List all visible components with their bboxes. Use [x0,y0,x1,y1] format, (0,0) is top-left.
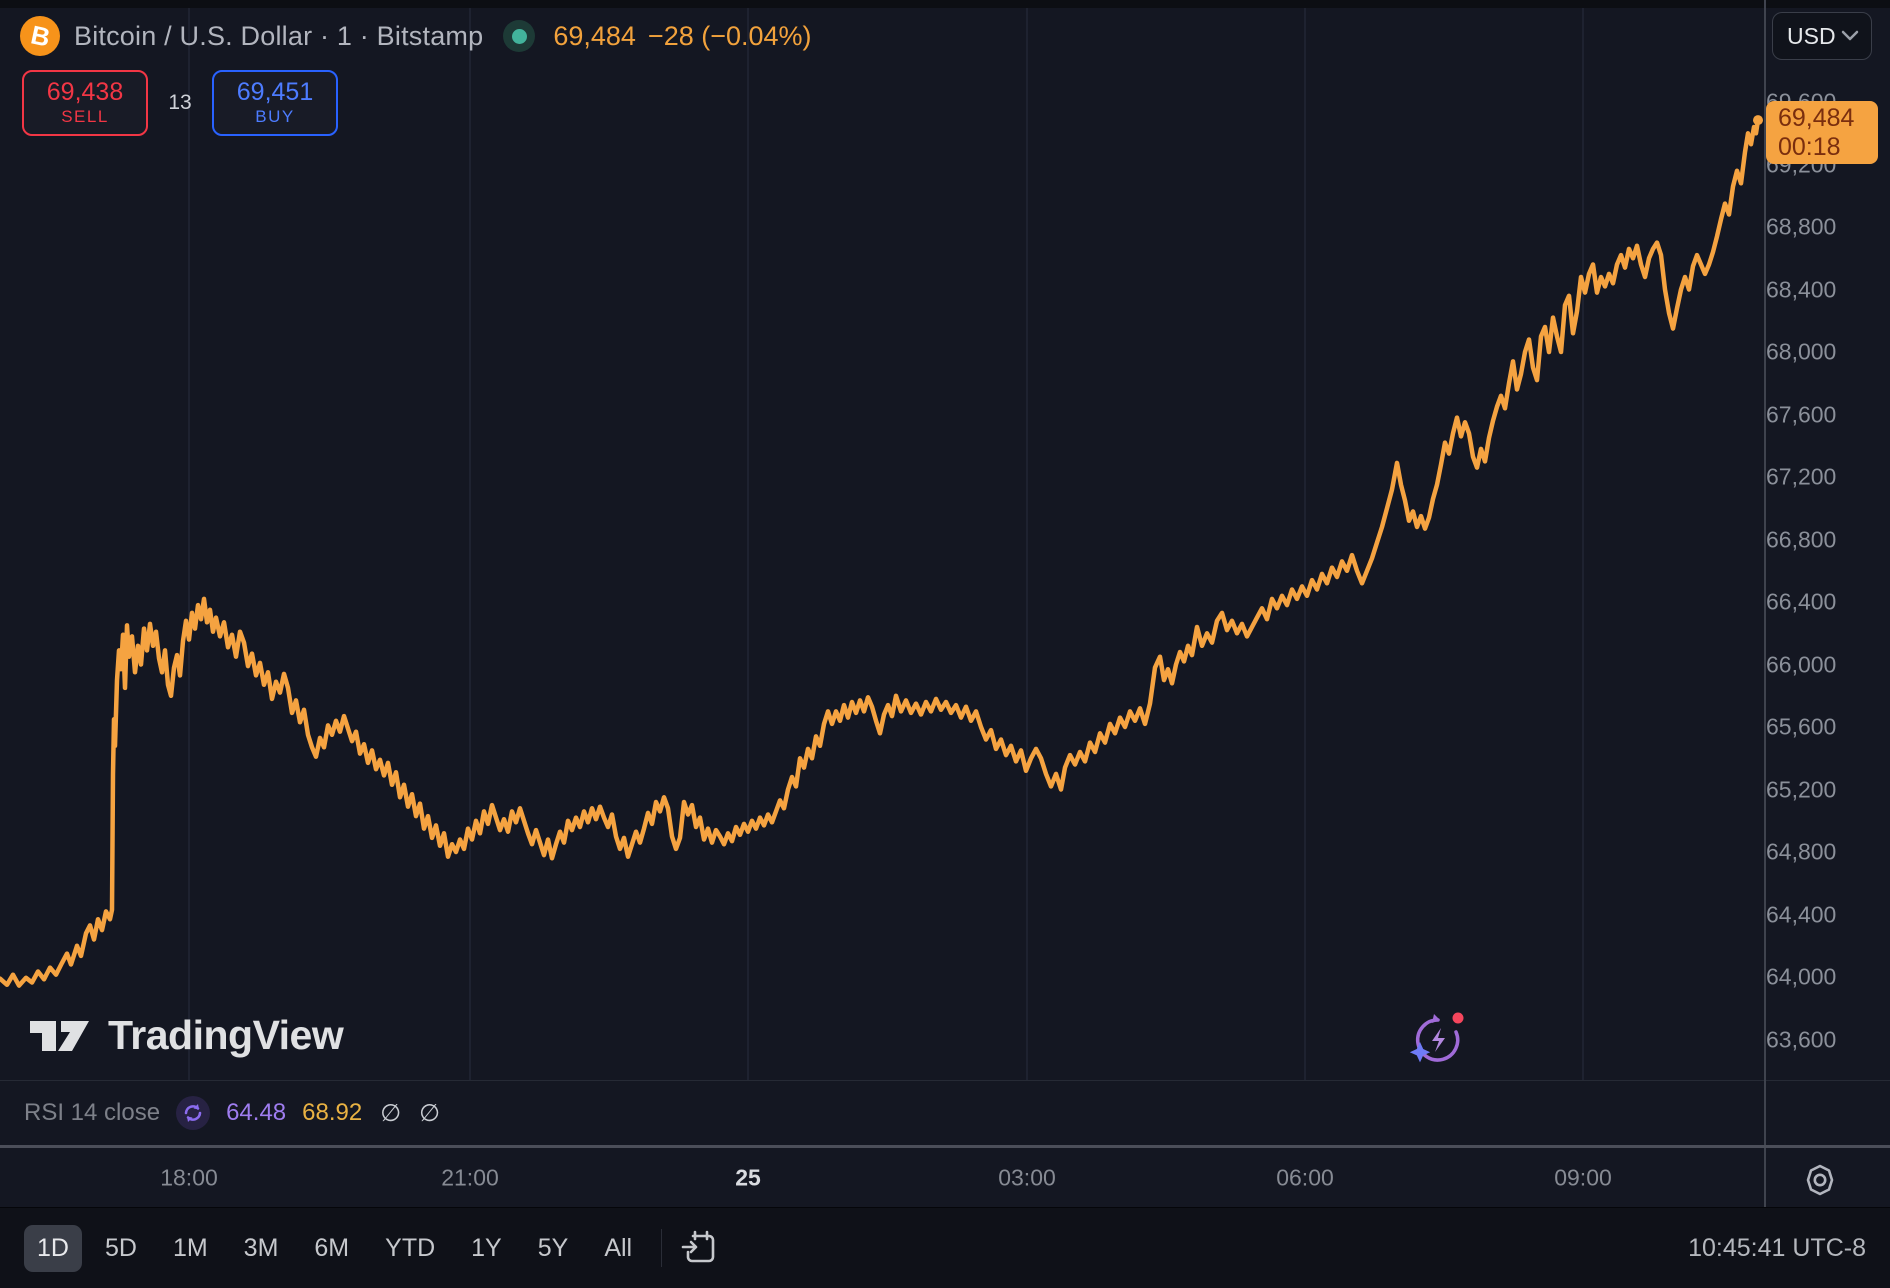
last-price: 69,484 [553,20,636,51]
price-change: −28 (−0.04%) [647,20,812,51]
rsi-value: 64.48 [226,1099,287,1126]
price-axis-label: 64,400 [1766,901,1837,927]
price-readout: 69,484 −28 (−0.04%) [553,21,811,52]
price-axis-label: 64,000 [1766,963,1837,990]
price-axis-label: 66,000 [1766,651,1837,677]
time-axis-label: 18:00 [160,1164,218,1190]
price-axis-border [1764,0,1766,1207]
price-axis-label: 67,200 [1766,463,1837,490]
sparkle-refresh-icon [1409,1012,1464,1063]
price-axis-label: 65,600 [1766,713,1837,740]
market-status-icon[interactable] [503,20,536,52]
rsi-ma-value: 68.92 [302,1099,363,1126]
vertical-gridlines [188,0,1584,1080]
currency-dropdown[interactable]: USD [1772,12,1872,60]
price-axis-label: 66,400 [1766,588,1837,615]
price-axis-label: 68,000 [1766,338,1837,365]
symbol-title[interactable]: Bitcoin / U.S. Dollar · 1 · Bitstamp [74,21,483,52]
price-axis-label: 65,200 [1766,776,1837,802]
tradingview-chart-window: B Bitcoin / U.S. Dollar · 1 · Bitstamp 6… [0,0,1890,1288]
price-axis-label: 67,600 [1766,401,1837,427]
range-button-1d[interactable]: 1D [24,1224,82,1272]
time-axis[interactable]: 18:00 21:00 25 03:00 06:00 09:00 [0,1148,1764,1207]
calendar-arrow-icon [681,1230,715,1262]
window-top-edge [0,0,1890,8]
time-axis-label: 03:00 [998,1164,1056,1190]
clock-utc[interactable]: 10:45:41 UTC-8 [1688,1234,1866,1263]
buy-label: BUY [255,107,295,126]
rsi-lower-band-empty: ∅ [419,1099,441,1127]
range-button-5y[interactable]: 5Y [525,1225,582,1272]
range-button-3m[interactable]: 3M [231,1225,292,1272]
price-axis-label: 66,800 [1766,526,1837,552]
bitcoin-logo-icon: B [20,16,60,56]
pane-divider-handle[interactable] [0,1145,1890,1148]
time-axis-label: 21:00 [441,1164,499,1190]
toolbar-divider [661,1229,663,1267]
time-axis-label: 06:00 [1276,1164,1334,1190]
symbol-header: B Bitcoin / U.S. Dollar · 1 · Bitstamp 6… [20,16,812,56]
price-axis-label: 63,600 [1766,1026,1837,1052]
last-price-label-value: 69,484 [1778,103,1855,132]
price-line-series [0,117,1761,988]
chevron-down-icon [1841,30,1859,41]
range-button-6m[interactable]: 6M [301,1225,362,1272]
range-button-all[interactable]: All [591,1225,645,1272]
last-price-dot [1753,115,1763,126]
gear-icon [1806,1164,1834,1196]
rsi-indicator-row: RSI 14 close 64.48 68.92 ∅ ∅ [0,1080,1890,1145]
tradingview-wordmark: TradingView [108,1012,344,1058]
currency-value: USD [1787,22,1836,49]
refresh-icon [184,1104,202,1122]
bar-countdown: 00:18 [1778,132,1841,161]
sell-button[interactable]: 69,438 SELL [22,70,148,136]
trade-panel: 69,438 SELL 13 69,451 BUY [22,70,338,136]
tradingview-watermark[interactable]: TradingView [28,1012,344,1059]
axis-settings-button[interactable] [1800,1160,1840,1200]
price-axis-label: 68,400 [1766,276,1837,302]
tradingview-logo-icon [30,1020,89,1051]
sell-price: 69,438 [46,78,124,106]
price-chart-canvas[interactable] [0,0,1764,1080]
range-button-ytd[interactable]: YTD [372,1225,448,1272]
spread-value: 13 [168,91,192,114]
sell-label: SELL [61,107,109,126]
buy-button[interactable]: 69,451 BUY [212,70,338,136]
time-axis-label: 25 [735,1164,761,1190]
buy-price: 69,451 [236,78,314,106]
bottom-toolbar: 1D 5D 1M 3M 6M YTD 1Y 5Y All 10:45:41 UTC-8 [0,1207,1890,1288]
rsi-upper-band-empty: ∅ [380,1099,402,1127]
range-button-1m[interactable]: 1M [160,1225,221,1272]
range-button-5d[interactable]: 5D [92,1225,150,1272]
range-button-1y[interactable]: 1Y [458,1225,515,1272]
rsi-indicator-title[interactable]: RSI 14 close [24,1099,160,1127]
price-axis-label: 64,800 [1766,838,1837,865]
go-to-date-button[interactable] [678,1226,720,1271]
last-price-label: 69,484 00:18 [1766,101,1878,164]
ai-assistant-button[interactable] [1408,1006,1466,1075]
price-axis-label: 68,800 [1766,213,1837,240]
time-axis-label: 09:00 [1554,1164,1612,1190]
date-range-buttons: 1D 5D 1M 3M 6M YTD 1Y 5Y All [24,1224,645,1272]
rsi-refresh-button[interactable] [176,1096,211,1130]
